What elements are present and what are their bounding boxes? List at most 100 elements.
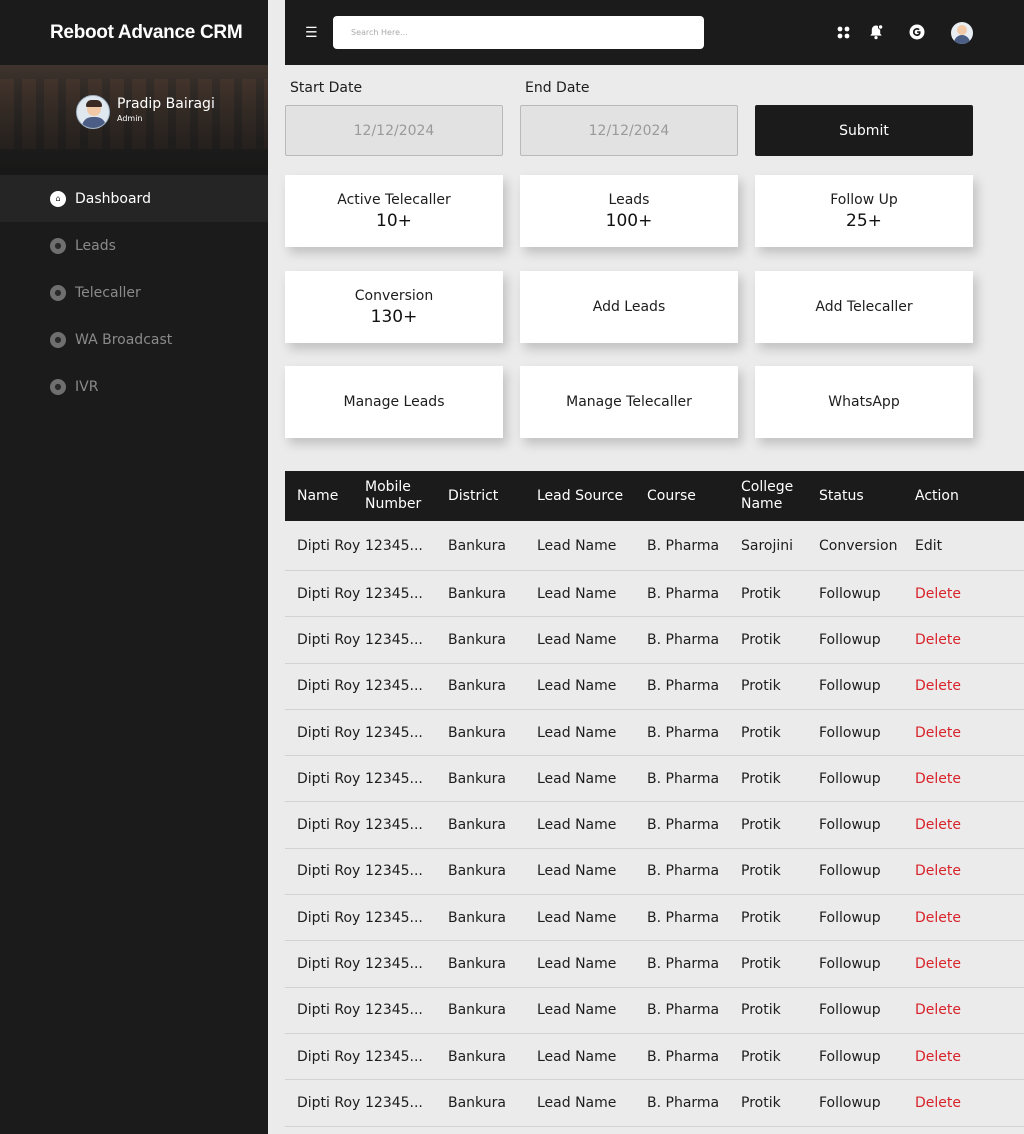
sidebar-item-label: Leads xyxy=(75,237,116,254)
sidebar-item-leads[interactable]: ● Leads xyxy=(0,222,268,269)
avatar[interactable] xyxy=(76,95,110,129)
cell-district: Bankura xyxy=(448,863,506,880)
sidebar-item-label: Dashboard xyxy=(75,190,151,207)
delete-button[interactable]: Delete xyxy=(915,817,1024,833)
end-date-label: End Date xyxy=(525,80,590,96)
cell-district: Bankura xyxy=(448,956,506,973)
cell-status: Conversion xyxy=(819,537,898,554)
cell-course: B. Pharma xyxy=(647,537,720,554)
stat-card-follow-up[interactable]: Follow Up 25+ xyxy=(755,175,973,247)
cell-name: Dipti Roy xyxy=(297,817,361,834)
column-header-action[interactable]: Action xyxy=(915,488,1024,505)
cell-status: Followup xyxy=(819,956,881,973)
table-row[interactable]: Dipti Roy 12345... Bankura Lead Name B. Phar… xyxy=(285,521,1024,571)
column-header-mobile[interactable]: Mobile Number xyxy=(365,479,448,513)
cell-name: Dipti Roy xyxy=(297,631,361,648)
table-row[interactable]: Dipti Roy 12345... Bankura Lead Name B. Phar… xyxy=(285,849,1024,896)
cell-college: Protik xyxy=(741,817,781,834)
google-icon[interactable] xyxy=(908,23,926,41)
cell-course: B. Pharma xyxy=(647,1094,720,1111)
sidebar-item-telecaller[interactable]: ● Telecaller xyxy=(0,269,268,316)
table-row[interactable]: Dipti Roy 12345... Bankura Lead Name B. Phar… xyxy=(285,664,1024,710)
column-header-course[interactable]: Course xyxy=(647,488,741,505)
stat-card-conversion[interactable]: Conversion 130+ xyxy=(285,271,503,343)
cell-district: Bankura xyxy=(448,1094,506,1111)
edit-button[interactable]: Edit xyxy=(915,538,1024,554)
delete-button[interactable]: Delete xyxy=(915,863,1024,879)
whatsapp-button[interactable]: WhatsApp xyxy=(755,366,973,438)
delete-button[interactable]: Delete xyxy=(915,632,1024,648)
table-row[interactable]: Dipti Roy 12345... Bankura Lead Name B. Phar… xyxy=(285,988,1024,1034)
cell-status: Followup xyxy=(819,863,881,880)
table-row[interactable]: Dipti Roy 12345... Bankura Lead Name B. Phar… xyxy=(285,895,1024,942)
end-date-field[interactable]: 12/12/2024 xyxy=(520,105,738,156)
broadcast-icon: ● xyxy=(50,331,66,348)
apps-grid-icon[interactable] xyxy=(834,23,852,41)
table-row[interactable]: Dipti Roy 12345... Bankura Lead Name B. Phar… xyxy=(285,617,1024,664)
stat-card-leads[interactable]: Leads 100+ xyxy=(520,175,738,247)
cell-name: Dipti Roy xyxy=(297,770,361,787)
delete-button[interactable]: Delete xyxy=(915,1095,1024,1111)
column-header-district[interactable]: District xyxy=(448,488,537,505)
cell-lead-source: Lead Name xyxy=(537,1048,617,1065)
table-row[interactable]: Dipti Roy 12345... Bankura Lead Name B. Phar… xyxy=(285,1034,1024,1081)
table-row[interactable]: Dipti Roy 12345... Bankura Lead Name B. Phar… xyxy=(285,710,1024,757)
table-row[interactable]: Dipti Roy 12345... Bankura Lead Name B. Phar… xyxy=(285,941,1024,988)
cell-district: Bankura xyxy=(448,909,506,926)
submit-button[interactable]: Submit xyxy=(755,105,973,156)
cell-status: Followup xyxy=(819,909,881,926)
cell-course: B. Pharma xyxy=(647,585,720,602)
add-leads-button[interactable]: Add Leads xyxy=(520,271,738,343)
cell-lead-source: Lead Name xyxy=(537,631,617,648)
list-icon[interactable]: ☰ xyxy=(305,26,318,40)
card-title: Conversion xyxy=(354,287,434,304)
delete-button[interactable]: Delete xyxy=(915,725,1024,741)
cell-district: Bankura xyxy=(448,1048,506,1065)
cell-name: Dipti Roy xyxy=(297,678,361,695)
bell-icon[interactable] xyxy=(867,23,885,41)
cell-college: Protik xyxy=(741,1002,781,1019)
column-header-college[interactable]: College Name xyxy=(741,479,819,513)
delete-button[interactable]: Delete xyxy=(915,910,1024,926)
cell-status: Followup xyxy=(819,1002,881,1019)
cell-status: Followup xyxy=(819,1048,881,1065)
top-bar: ☰ xyxy=(285,0,1024,65)
manage-leads-button[interactable]: Manage Leads xyxy=(285,366,503,438)
cell-course: B. Pharma xyxy=(647,817,720,834)
stat-card-active-telecaller[interactable]: Active Telecaller 10+ xyxy=(285,175,503,247)
table-row[interactable]: Dipti Roy 12345... Bankura Lead Name B. Phar… xyxy=(285,802,1024,849)
delete-button[interactable]: Delete xyxy=(915,1002,1024,1018)
column-header-name[interactable]: Name xyxy=(285,488,365,505)
cell-college: Protik xyxy=(741,678,781,695)
cell-name: Dipti Roy xyxy=(297,863,361,880)
sidebar-item-ivr[interactable]: ● IVR xyxy=(0,363,268,410)
sidebar-item-wa-broadcast[interactable]: ● WA Broadcast xyxy=(0,316,268,363)
delete-button[interactable]: Delete xyxy=(915,1049,1024,1065)
cell-lead-source: Lead Name xyxy=(537,817,617,834)
cell-status: Followup xyxy=(819,1094,881,1111)
delete-button[interactable]: Delete xyxy=(915,956,1024,972)
table-header: Name Mobile Number District Lead Source … xyxy=(285,471,1024,521)
sidebar-item-dashboard[interactable]: ⌂ Dashboard xyxy=(0,175,268,222)
add-telecaller-button[interactable]: Add Telecaller xyxy=(755,271,973,343)
user-avatar[interactable] xyxy=(951,22,973,44)
table-row[interactable]: Dipti Roy 12345... Bankura Lead Name B. Phar… xyxy=(285,756,1024,803)
cell-lead-source: Lead Name xyxy=(537,1002,617,1019)
cell-status: Followup xyxy=(819,817,881,834)
table-row[interactable]: Dipti Roy 12345... Bankura Lead Name B. Phar… xyxy=(285,1080,1024,1127)
column-header-status[interactable]: Status xyxy=(819,488,915,505)
delete-button[interactable]: Delete xyxy=(915,678,1024,694)
search-input[interactable] xyxy=(333,16,704,49)
delete-button[interactable]: Delete xyxy=(915,771,1024,787)
cell-lead-source: Lead Name xyxy=(537,909,617,926)
table-row[interactable]: Dipti Roy 12345... Bankura Lead Name B. Phar… xyxy=(285,571,1024,618)
cell-college: Protik xyxy=(741,1048,781,1065)
manage-telecaller-button[interactable]: Manage Telecaller xyxy=(520,366,738,438)
cell-lead-source: Lead Name xyxy=(537,863,617,880)
start-date-field[interactable]: 12/12/2024 xyxy=(285,105,503,156)
delete-button[interactable]: Delete xyxy=(915,586,1024,602)
cell-district: Bankura xyxy=(448,585,506,602)
column-header-lead-source[interactable]: Lead Source xyxy=(537,488,647,505)
card-title: Add Leads xyxy=(592,299,666,315)
cell-mobile: 12345... xyxy=(365,1048,423,1065)
